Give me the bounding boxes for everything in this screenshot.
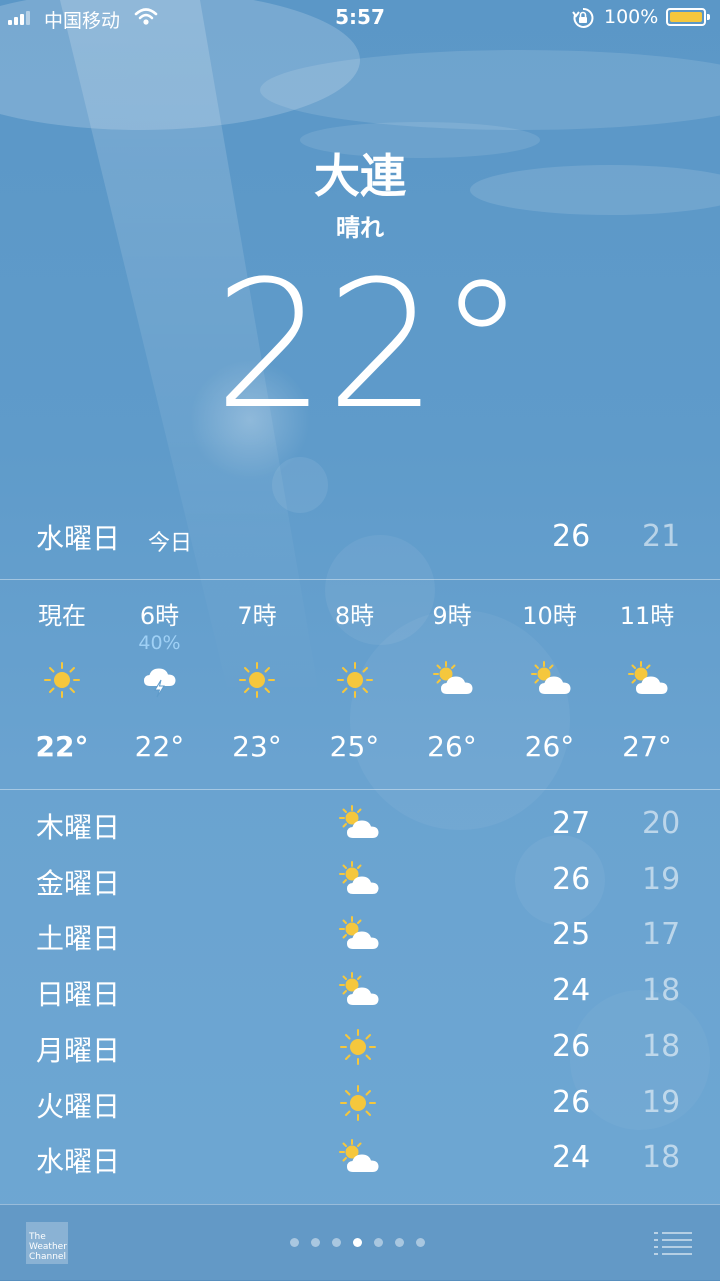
today-summary: 水曜日 今日 26 21 [0, 517, 720, 561]
day-low: 20 [642, 806, 681, 841]
daily-row: 日曜日 24 18 [0, 967, 720, 1022]
day-high: 24 [552, 1140, 591, 1176]
sun-icon [336, 1027, 386, 1067]
daily-forecast[interactable]: 木曜日 27 20 金曜日 26 19 土曜日 25 17 日曜日 24 18 月曜日 26 18 火曜日 26… [0, 800, 720, 1202]
daily-row: 金曜日 26 19 [0, 856, 720, 911]
weather-channel-logo[interactable]: The Weather Channel [26, 1222, 68, 1264]
partly-cloudy-icon [336, 1138, 386, 1178]
hour-label: 現在 [38, 602, 86, 630]
partly-cloudy-icon [336, 915, 386, 955]
day-high: 26 [552, 1028, 591, 1064]
today-high: 26 [552, 519, 591, 554]
day-high: 26 [552, 861, 591, 897]
city-list-icon[interactable] [654, 1229, 692, 1257]
city-name: 大連 [314, 149, 406, 203]
hourly-forecast[interactable]: 現在 22° 6時 40% 22° 7時 23° 8時 25° 9時 26° 10時 26° 11時 27° [0, 580, 720, 789]
hour-label: 11時 [619, 602, 675, 630]
current-condition: 晴れ [336, 214, 384, 242]
daily-row: 水曜日 24 18 [0, 1134, 720, 1189]
page-dot[interactable] [332, 1238, 341, 1247]
hour-temperature: 23° [232, 730, 282, 763]
day-high: 24 [552, 973, 591, 1009]
hourly-item: 現在 22° [14, 580, 110, 789]
day-high: 27 [552, 806, 591, 841]
day-low: 19 [642, 861, 681, 897]
hour-temperature: 26° [524, 730, 575, 763]
hourly-item: 6時 40% 22° [112, 580, 208, 789]
day-low: 19 [642, 1084, 681, 1120]
hour-temperature: 25° [329, 730, 380, 763]
page-dot[interactable] [395, 1238, 404, 1247]
divider-bottom [0, 789, 720, 790]
precip-chance: 40% [138, 632, 181, 654]
battery-icon [666, 8, 710, 26]
sun-icon [235, 660, 279, 700]
sun-icon [336, 1083, 386, 1123]
current-temperature: 22° [214, 243, 526, 448]
day-label: 金曜日 [36, 866, 121, 900]
day-high: 26 [552, 1084, 591, 1120]
hour-label: 6時 [139, 602, 180, 630]
hour-temperature: 26° [427, 730, 477, 763]
daily-row: 月曜日 26 18 [0, 1023, 720, 1078]
today-low: 21 [642, 519, 681, 554]
today-day-label: 水曜日 [36, 522, 121, 555]
partly-cloudy-icon [430, 660, 474, 700]
thunderstorm-icon [138, 660, 182, 700]
rotation-lock-icon [572, 7, 594, 28]
day-label: 火曜日 [36, 1089, 121, 1123]
page-dot[interactable] [374, 1238, 383, 1247]
day-label: 月曜日 [36, 1033, 121, 1067]
page-indicator[interactable] [290, 1238, 440, 1248]
hour-label: 8時 [334, 602, 375, 630]
hourly-item: 7時 23° [209, 580, 305, 789]
hour-temperature: 22° [134, 730, 185, 763]
hour-label: 7時 [237, 602, 277, 630]
day-label: 木曜日 [36, 811, 121, 844]
page-dot[interactable] [311, 1238, 320, 1247]
day-label: 水曜日 [36, 1145, 121, 1179]
day-label: 日曜日 [36, 978, 121, 1012]
day-high: 25 [552, 917, 591, 953]
hourly-item: 8時 25° [307, 580, 403, 789]
day-low: 18 [642, 1140, 681, 1176]
hour-temperature: 22° [35, 730, 89, 763]
footer-bar: The Weather Channel [0, 1204, 720, 1281]
daily-row: 火曜日 26 19 [0, 1079, 720, 1134]
battery-percent: 100% [604, 6, 659, 28]
day-low: 18 [642, 973, 681, 1009]
today-label: 今日 [148, 531, 193, 556]
hourly-item: 9時 26° [404, 580, 500, 789]
partly-cloudy-icon [528, 660, 572, 700]
page-dot[interactable] [353, 1238, 362, 1247]
hourly-item: 10時 26° [502, 580, 598, 789]
daily-row: 木曜日 27 20 [0, 800, 720, 855]
hourly-item: 11時 27° [599, 580, 695, 789]
partly-cloudy-icon [336, 971, 386, 1011]
sun-icon [40, 660, 84, 700]
partly-cloudy-icon [625, 660, 669, 700]
day-low: 17 [642, 917, 681, 953]
page-dot[interactable] [290, 1238, 299, 1247]
hour-temperature: 27° [622, 730, 672, 763]
partly-cloudy-icon [336, 804, 386, 844]
daily-row: 土曜日 25 17 [0, 911, 720, 966]
hour-label: 10時 [522, 602, 577, 630]
partly-cloudy-icon [336, 860, 386, 900]
sun-icon [333, 660, 377, 700]
day-low: 18 [642, 1028, 681, 1064]
page-dot[interactable] [416, 1238, 425, 1247]
hour-label: 9時 [432, 602, 472, 630]
day-label: 土曜日 [36, 922, 121, 956]
status-bar: 中国移动 5:57 100% [0, 0, 720, 36]
